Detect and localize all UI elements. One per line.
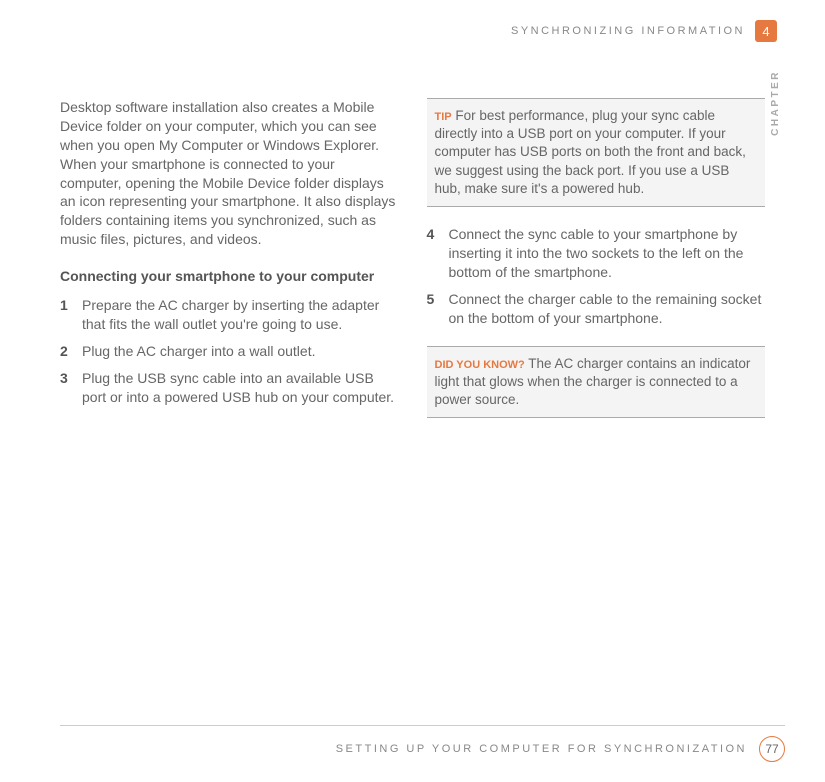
step-text: Prepare the AC charger by inserting the … bbox=[82, 296, 399, 334]
step-number: 5 bbox=[427, 290, 449, 328]
page-header: SYNCHRONIZING INFORMATION 4 bbox=[511, 20, 777, 42]
section-title: SYNCHRONIZING INFORMATION bbox=[511, 25, 745, 37]
page-footer: SETTING UP YOUR COMPUTER FOR SYNCHRONIZA… bbox=[60, 725, 785, 762]
intro-paragraph: Desktop software installation also creat… bbox=[60, 98, 399, 249]
chapter-side-label: CHAPTER bbox=[770, 70, 781, 136]
tip-box: TIP For best performance, plug your sync… bbox=[427, 98, 766, 207]
step-number: 3 bbox=[60, 369, 82, 407]
footer-title: SETTING UP YOUR COMPUTER FOR SYNCHRONIZA… bbox=[336, 743, 747, 755]
step-number: 1 bbox=[60, 296, 82, 334]
step-item: 2 Plug the AC charger into a wall outlet… bbox=[60, 342, 399, 361]
dyk-label: DID YOU KNOW? bbox=[435, 359, 525, 371]
main-content: Desktop software installation also creat… bbox=[60, 98, 765, 436]
step-number: 2 bbox=[60, 342, 82, 361]
step-text: Plug the USB sync cable into an availabl… bbox=[82, 369, 399, 407]
tip-text: For best performance, plug your sync cab… bbox=[435, 108, 746, 196]
did-you-know-box: DID YOU KNOW? The AC charger contains an… bbox=[427, 346, 766, 419]
step-item: 5 Connect the charger cable to the remai… bbox=[427, 290, 766, 328]
right-column: TIP For best performance, plug your sync… bbox=[427, 98, 766, 436]
step-text: Connect the sync cable to your smartphon… bbox=[449, 225, 766, 282]
step-item: 3 Plug the USB sync cable into an availa… bbox=[60, 369, 399, 407]
step-item: 1 Prepare the AC charger by inserting th… bbox=[60, 296, 399, 334]
chapter-number-badge: 4 bbox=[755, 20, 777, 42]
step-number: 4 bbox=[427, 225, 449, 282]
left-column: Desktop software installation also creat… bbox=[60, 98, 399, 436]
subheading: Connecting your smartphone to your compu… bbox=[60, 267, 399, 286]
step-item: 4 Connect the sync cable to your smartph… bbox=[427, 225, 766, 282]
step-text: Connect the charger cable to the remaini… bbox=[449, 290, 766, 328]
step-text: Plug the AC charger into a wall outlet. bbox=[82, 342, 399, 361]
tip-label: TIP bbox=[435, 111, 452, 123]
page-number: 77 bbox=[759, 736, 785, 762]
